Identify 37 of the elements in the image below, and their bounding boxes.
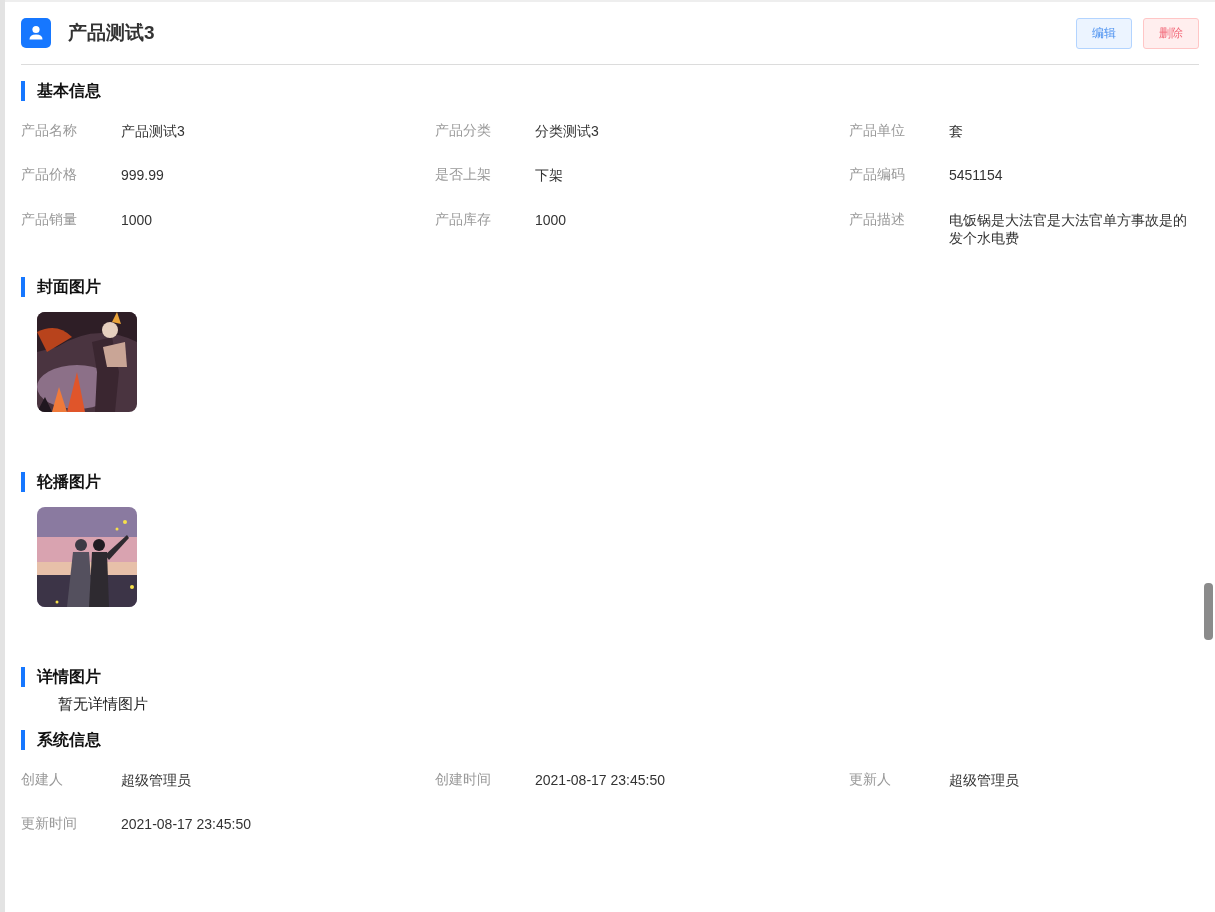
field-value: 超级管理员 — [949, 771, 1019, 789]
edit-button[interactable]: 编辑 — [1076, 17, 1132, 49]
field-value: 2021-08-17 23:45:50 — [121, 815, 251, 833]
field-label: 产品单位 — [849, 122, 906, 140]
field-label: 创建时间 — [435, 771, 492, 789]
section-title: 详情图片 — [21, 667, 1199, 687]
field-label: 产品分类 — [435, 122, 492, 140]
field-value: 分类测试3 — [535, 122, 599, 140]
field-value: 5451154 — [949, 166, 1003, 184]
field-value: 产品测试3 — [121, 122, 185, 140]
field-value: 1000 — [535, 211, 567, 229]
field-label: 产品销量 — [21, 211, 78, 229]
field-label: 创建人 — [21, 771, 64, 789]
section-title: 系统信息 — [21, 730, 1199, 750]
field-label: 是否上架 — [435, 166, 492, 184]
field-label: 产品价格 — [21, 166, 78, 184]
field-value: 超级管理员 — [121, 771, 191, 789]
delete-button[interactable]: 删除 — [1143, 17, 1199, 49]
section-title: 轮播图片 — [21, 472, 1199, 492]
field-value: 下架 — [535, 166, 563, 184]
field-value: 电饭锅是大法官是大法官单方事故是的发个水电费 — [949, 211, 1188, 247]
field-value: 套 — [949, 122, 963, 140]
field-value: 2021-08-17 23:45:50 — [535, 771, 665, 789]
field-value: 999.99 — [121, 166, 164, 184]
scrollbar-thumb[interactable] — [1204, 583, 1213, 640]
section-title: 封面图片 — [21, 277, 1199, 297]
field-label: 产品描述 — [849, 211, 906, 229]
user-icon — [21, 18, 51, 48]
page-title: 产品测试3 — [68, 21, 155, 45]
empty-message: 暂无详情图片 — [57, 694, 149, 714]
field-label: 产品名称 — [21, 122, 78, 140]
field-label: 产品编码 — [849, 166, 906, 184]
field-label: 更新人 — [849, 771, 892, 789]
field-value: 1000 — [121, 211, 153, 229]
field-label: 更新时间 — [21, 815, 78, 833]
section-title: 基本信息 — [21, 81, 1199, 101]
field-label: 产品库存 — [435, 211, 492, 229]
